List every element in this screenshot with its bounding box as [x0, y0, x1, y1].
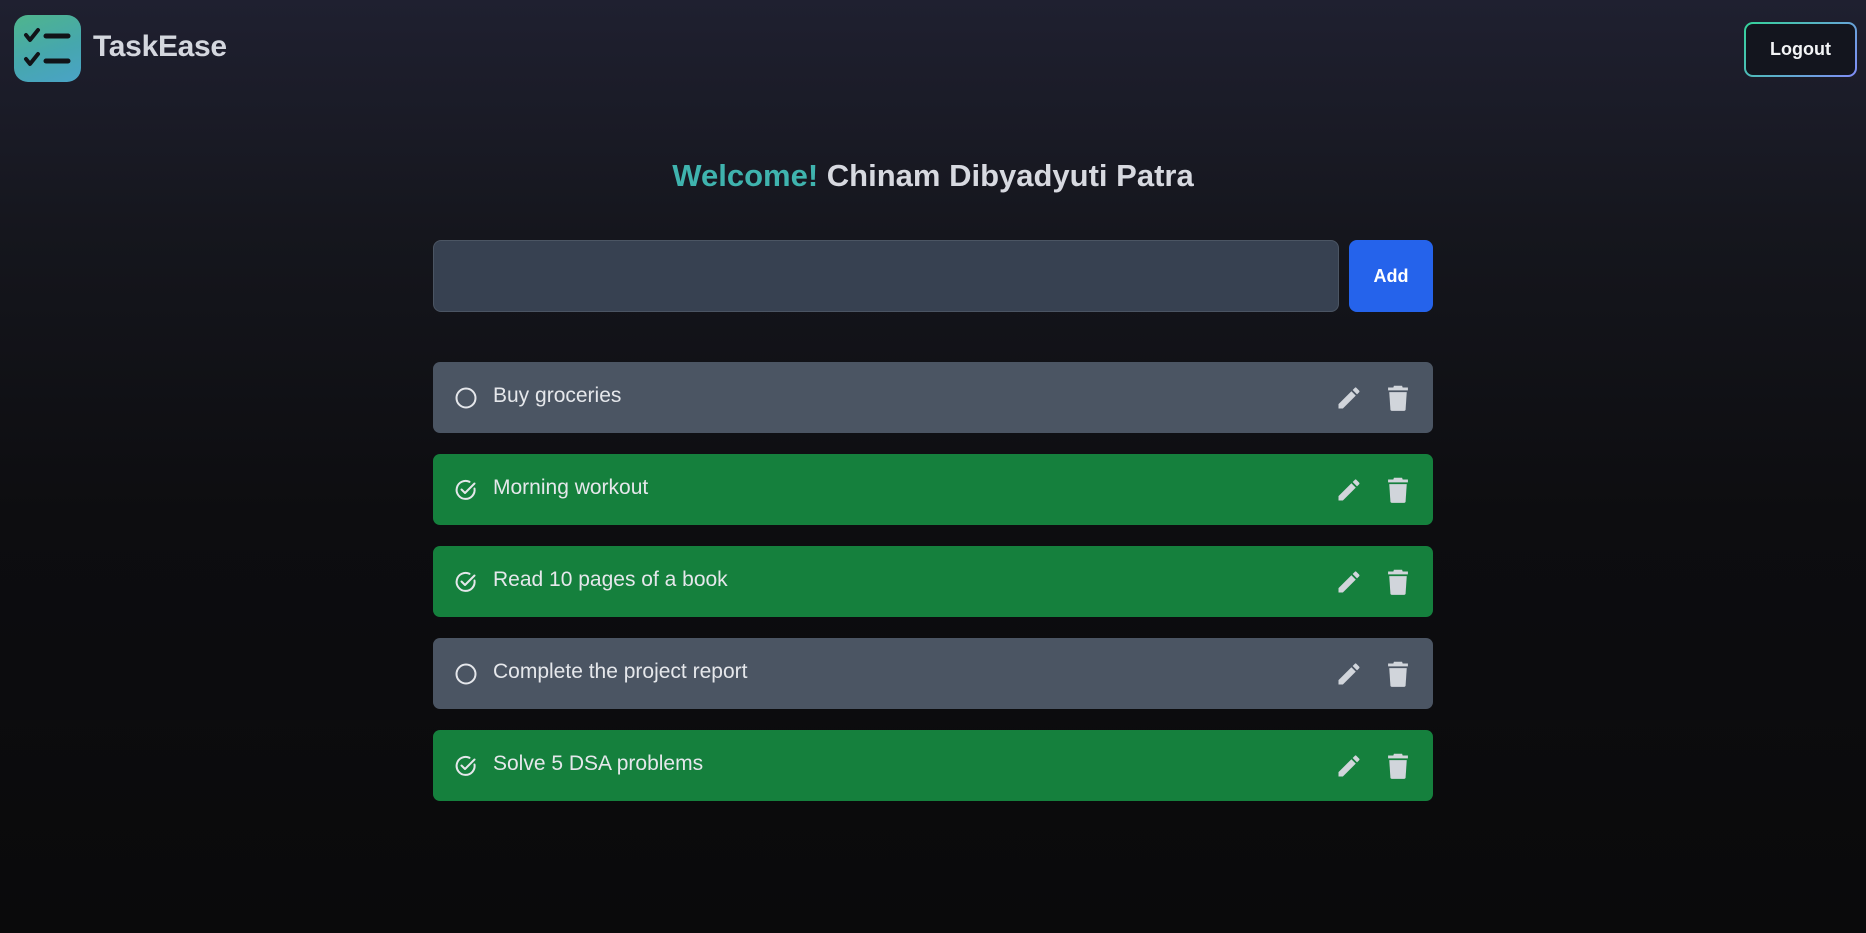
task-text: Morning workout [493, 476, 649, 499]
trash-icon[interactable] [1386, 752, 1410, 780]
welcome-greeting: Welcome! [672, 158, 819, 193]
welcome-heading: Welcome! Chinam Dibyadyuti Patra [0, 158, 1866, 194]
navbar: TaskEase Logout [0, 0, 1866, 100]
circle-icon[interactable] [454, 386, 478, 410]
task-text: Read 10 pages of a book [493, 568, 728, 591]
logout-button[interactable]: Logout [1746, 24, 1855, 75]
trash-icon[interactable] [1386, 476, 1410, 504]
circle-icon[interactable] [454, 662, 478, 686]
check-circle-icon[interactable] [454, 754, 478, 778]
task-item: Read 10 pages of a book [433, 546, 1433, 617]
new-task-input[interactable] [433, 240, 1339, 312]
edit-icon[interactable] [1335, 660, 1363, 688]
user-name: Chinam Dibyadyuti Patra [826, 158, 1194, 193]
task-item: Buy groceries [433, 362, 1433, 433]
trash-icon[interactable] [1386, 660, 1410, 688]
trash-icon[interactable] [1386, 568, 1410, 596]
logout-button-border: Logout [1744, 22, 1857, 77]
task-text: Buy groceries [493, 384, 622, 407]
edit-icon[interactable] [1335, 752, 1363, 780]
task-item: Complete the project report [433, 638, 1433, 709]
task-item: Solve 5 DSA problems [433, 730, 1433, 801]
task-item: Morning workout [433, 454, 1433, 525]
edit-icon[interactable] [1335, 384, 1363, 412]
add-task-button[interactable]: Add [1349, 240, 1433, 312]
edit-icon[interactable] [1335, 476, 1363, 504]
task-text: Solve 5 DSA problems [493, 752, 704, 775]
task-list: Buy groceries Morning workout Read 10 page… [433, 362, 1433, 822]
trash-icon[interactable] [1386, 384, 1410, 412]
check-circle-icon[interactable] [454, 570, 478, 594]
edit-icon[interactable] [1335, 568, 1363, 596]
logo-icon [14, 15, 81, 82]
check-circle-icon[interactable] [454, 478, 478, 502]
brand-name: TaskEase [93, 30, 227, 63]
task-text: Complete the project report [493, 660, 748, 683]
